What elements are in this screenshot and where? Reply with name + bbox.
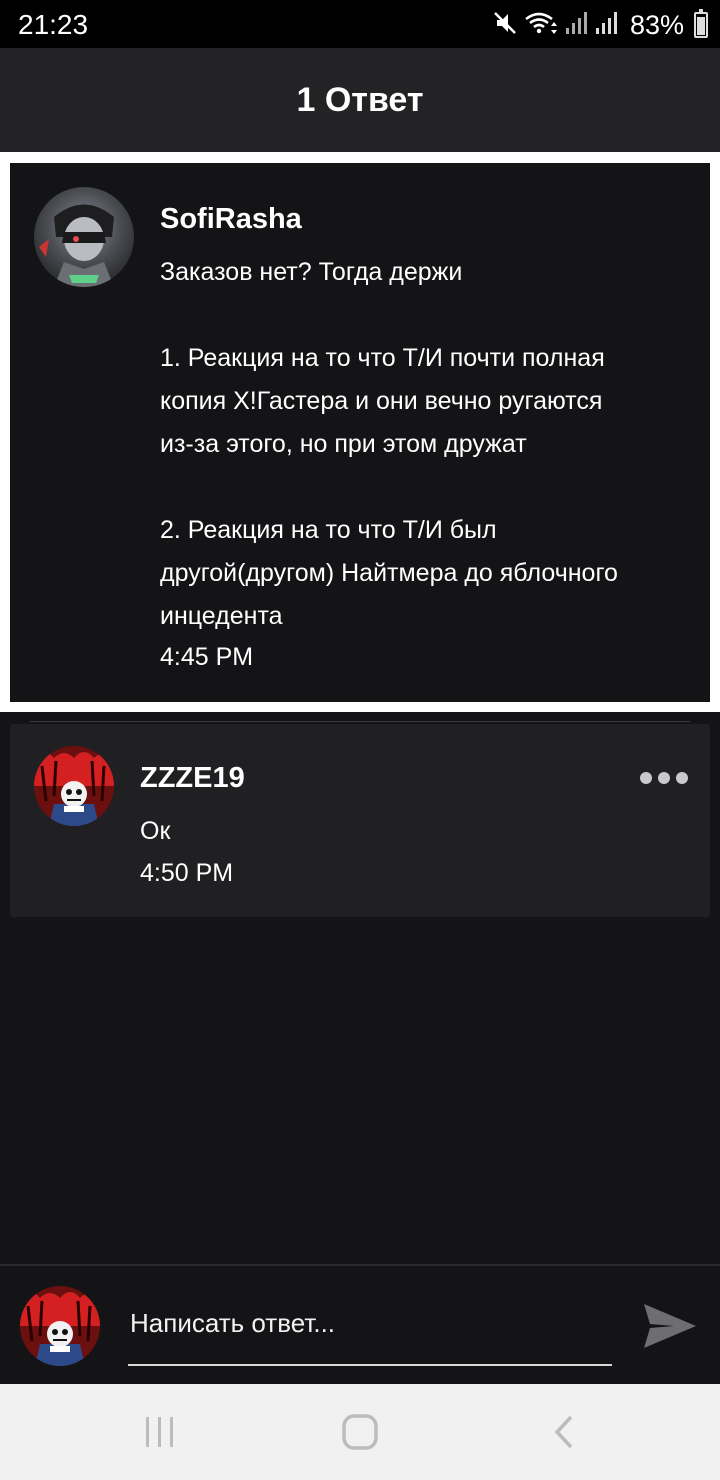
divider	[30, 721, 690, 722]
avatar	[20, 1286, 100, 1366]
page-title: 1 Ответ	[296, 80, 424, 119]
parent-comment: SofiRasha Заказов нет? Тогда держи 1. Ре…	[10, 163, 710, 702]
avatar[interactable]	[34, 187, 134, 287]
battery-icon	[694, 9, 708, 38]
username[interactable]: ZZZE19	[140, 762, 245, 795]
home-icon[interactable]	[340, 1412, 380, 1457]
more-horizontal-icon[interactable]	[640, 772, 688, 784]
mute-icon	[492, 10, 518, 41]
recent-apps-icon[interactable]	[140, 1412, 180, 1457]
battery-level	[697, 16, 705, 35]
avatar[interactable]	[34, 746, 114, 826]
compose-bar	[0, 1264, 720, 1384]
more-dot	[676, 772, 688, 784]
reply-comment: ZZZE19 Ок 4:50 PM	[10, 724, 710, 917]
username[interactable]: SofiRasha	[160, 203, 302, 236]
battery-percent: 83%	[629, 9, 684, 40]
send-icon[interactable]	[640, 1296, 700, 1356]
comment-text: Заказов нет? Тогда держи 1. Реакция на т…	[160, 258, 618, 630]
comment-text: Ок	[140, 817, 171, 845]
status-bar: 21:23 83%	[0, 0, 720, 48]
signal-icon	[564, 10, 588, 41]
status-time: 21:23	[18, 9, 89, 40]
signal-icon	[594, 10, 618, 41]
status-icons: 83%	[492, 8, 708, 42]
more-dot	[658, 772, 670, 784]
comment-timestamp: 4:45 PM	[160, 643, 254, 671]
more-dot	[640, 772, 652, 784]
reply-input[interactable]	[128, 1296, 612, 1366]
system-nav-bar	[0, 1384, 720, 1480]
wifi-icon	[524, 10, 558, 41]
comment-timestamp: 4:50 PM	[140, 859, 234, 887]
back-icon[interactable]	[545, 1412, 585, 1457]
app-header: 1 Ответ	[0, 48, 720, 152]
